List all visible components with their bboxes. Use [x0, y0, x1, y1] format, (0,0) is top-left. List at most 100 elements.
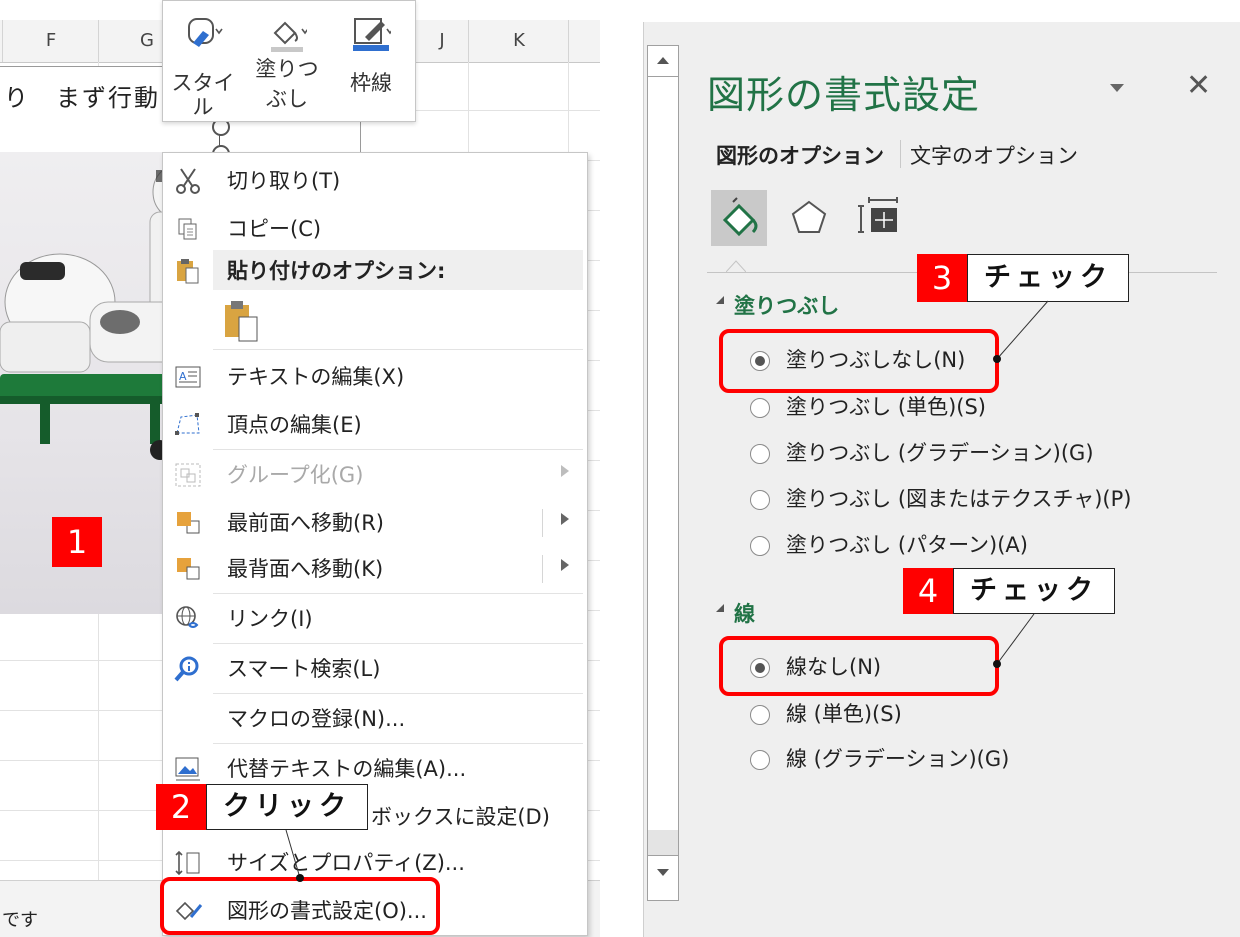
submenu-arrow-icon[interactable] [561, 513, 569, 525]
menu-separator [213, 349, 583, 350]
menu-item-link[interactable]: リンク(I) [163, 595, 587, 643]
fill-section-header[interactable]: 塗りつぶし [734, 290, 839, 320]
size-properties-tab[interactable] [851, 190, 907, 246]
menu-separator [213, 593, 583, 594]
edit-text-icon: A [175, 366, 201, 388]
scroll-up-button[interactable] [648, 46, 678, 77]
split-separator [542, 555, 543, 583]
step-2-marker: 2 [156, 784, 206, 830]
status-text: です [2, 910, 38, 931]
menu-item-label: 最背面へ移動(K) [227, 557, 384, 581]
fill-label-line2: ぶし [266, 87, 308, 111]
radio-button[interactable] [750, 444, 770, 464]
step-3-label: チェック [967, 254, 1129, 302]
highlight-format-shape [160, 877, 440, 935]
outline-button[interactable]: 枠線 [331, 1, 411, 121]
line-section-header[interactable]: 線 [734, 598, 755, 628]
style-button[interactable]: スタイル [163, 1, 243, 121]
menu-item-assign-macro[interactable]: マクロの登録(N)... [163, 695, 587, 743]
highlight-no-fill [719, 329, 999, 393]
pane-title: 図形の書式設定 [707, 73, 981, 117]
menu-separator [213, 693, 583, 694]
highlight-no-line [719, 636, 999, 696]
pane-options-dropdown-icon[interactable] [1110, 84, 1124, 92]
submenu-arrow-icon [561, 465, 569, 477]
menu-item-label: サイズとプロパティ(Z)... [227, 851, 465, 875]
radio-label: 塗りつぶし (単色)(S) [786, 395, 986, 419]
paste-icon [177, 259, 199, 284]
menu-item-group[interactable]: グループ化(G) [163, 451, 587, 499]
fill-bucket-icon [271, 21, 307, 52]
effects-tab[interactable] [781, 190, 837, 246]
radio-button[interactable] [750, 750, 770, 770]
close-icon[interactable]: ✕ [1186, 68, 1211, 103]
vertical-scrollbar[interactable] [647, 45, 679, 901]
radio-button[interactable] [750, 490, 770, 510]
menu-item-bring-to-front[interactable]: 最前面へ移動(R) [163, 499, 587, 547]
menu-item-label: 代替テキストの編集(A)... [227, 757, 467, 781]
style-label: スタイル [171, 71, 235, 119]
paste-keep-icon [225, 301, 258, 342]
menu-item-edit-text[interactable]: A テキストの編集(X) [163, 353, 587, 401]
svg-text:A: A [179, 370, 187, 383]
menu-item-label: 切り取り(T) [227, 169, 341, 193]
menu-item-smart-lookup[interactable]: スマート検索(L) [163, 645, 587, 693]
menu-separator [213, 743, 583, 744]
step-2-label: クリック [206, 784, 368, 830]
scroll-down-icon [657, 869, 669, 876]
menu-item-label: スマート検索(L) [227, 657, 381, 681]
shape-style-icon [188, 18, 223, 47]
scroll-down-button[interactable] [648, 855, 678, 900]
link-icon [176, 606, 199, 628]
cell-text: り まず行動 [4, 84, 160, 112]
tab-text-options[interactable]: 文字のオプション [910, 140, 1078, 170]
fill-line-tab[interactable] [711, 190, 767, 246]
send-to-back-icon [177, 558, 200, 580]
submenu-arrow-icon[interactable] [561, 559, 569, 571]
column-header-f[interactable]: F [2, 20, 99, 62]
mini-toolbar: スタイル 塗りつ ぶし 枠線 [162, 0, 416, 122]
fill-button[interactable]: 塗りつ ぶし [247, 1, 327, 121]
menu-item-edit-points[interactable]: 頂点の編集(E) [163, 401, 587, 449]
group-icon [175, 463, 201, 487]
menu-item-label: 最前面へ移動(R) [227, 511, 384, 535]
copy-icon [178, 218, 197, 240]
leader-dot-4 [993, 660, 1001, 668]
tab-divider [900, 140, 901, 168]
tab-shape-options[interactable]: 図形のオプション [716, 140, 884, 170]
paste-option-button[interactable] [163, 295, 587, 347]
pen-outline-icon [353, 18, 391, 51]
fill-label-line1: 塗りつ [255, 57, 319, 81]
menu-item-label: テキストの編集(X) [227, 365, 405, 389]
radio-button[interactable] [750, 705, 770, 725]
edit-points-icon [175, 413, 200, 435]
collapse-triangle-icon[interactable] [716, 296, 724, 304]
menu-separator [213, 643, 583, 644]
radio-label: 塗りつぶし (グラデーション)(G) [786, 441, 1094, 465]
outline-label: 枠線 [350, 71, 392, 95]
step-1-marker: 1 [52, 517, 102, 567]
radio-label: 線 (単色)(S) [786, 702, 902, 726]
collapse-triangle-icon[interactable] [716, 604, 724, 612]
bring-to-front-icon [177, 512, 200, 534]
column-header-next[interactable] [568, 20, 600, 62]
menu-item-label: コピー(C) [227, 217, 322, 241]
menu-separator [213, 449, 583, 450]
radio-button[interactable] [750, 536, 770, 556]
menu-item-label: 頂点の編集(E) [227, 413, 362, 437]
size-layout-icon [858, 197, 898, 233]
menu-item-label: 貼り付けのオプション: [227, 259, 446, 283]
column-header-j[interactable]: J [414, 20, 469, 62]
column-header-k[interactable]: K [468, 20, 569, 62]
scroll-up-icon [657, 57, 669, 64]
split-separator [542, 509, 543, 537]
smart-lookup-icon [174, 656, 199, 682]
menu-item-send-to-back[interactable]: 最背面へ移動(K) [163, 545, 587, 593]
menu-item-copy[interactable]: コピー(C) [163, 205, 587, 253]
size-properties-icon [175, 850, 200, 876]
step-3-marker: 3 [917, 254, 967, 302]
menu-item-cut[interactable]: 切り取り(T) [163, 157, 587, 205]
radio-button[interactable] [750, 398, 770, 418]
pentagon-effects-icon [791, 200, 827, 233]
menu-item-label: リンク(I) [227, 607, 313, 631]
